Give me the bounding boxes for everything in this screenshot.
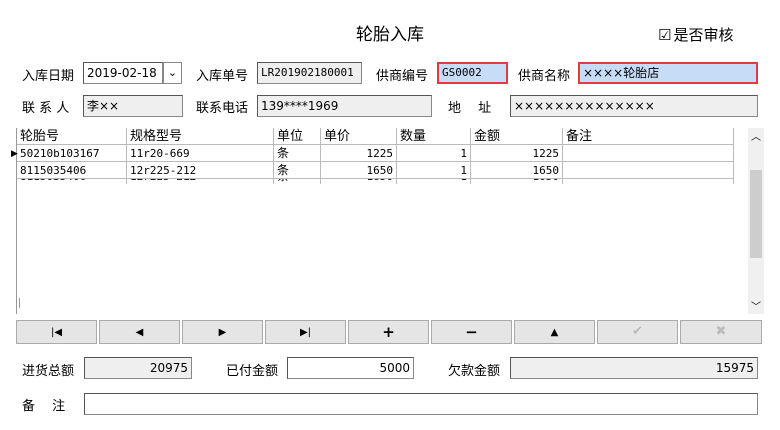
contact-label: 联 系 人 (22, 101, 70, 116)
address-field[interactable]: ×××××××××××××× (510, 95, 758, 117)
first-record-icon: |◀ (50, 327, 63, 338)
table-row[interactable]: 8115035406 12r225-212 条 1650 1 1650 (17, 179, 734, 184)
cell-note[interactable] (563, 162, 734, 179)
cell-tire-no[interactable]: 8115035406 (17, 162, 127, 179)
audit-label: 是否审核 (673, 26, 734, 44)
purchase-total-label: 进货总额 (22, 364, 75, 379)
cell-price[interactable]: 1650 (321, 179, 397, 184)
nav-first-button[interactable]: |◀ (16, 320, 97, 344)
nav-cancel-button[interactable]: ✖ (680, 320, 762, 344)
supplier-code-input[interactable]: GS0002 (437, 62, 508, 84)
cell-amount[interactable]: 1650 (471, 179, 563, 184)
cell-spec[interactable]: 12r225-212 (127, 179, 274, 184)
supplier-name-label: 供商名称 (518, 69, 571, 84)
grid-header-qty[interactable]: 数量 (397, 128, 471, 145)
phone-field[interactable]: 139****1969 (257, 95, 432, 117)
grid-header-tire-no[interactable]: 轮胎号 (17, 128, 127, 145)
nav-next-button[interactable]: ▶ (182, 320, 263, 344)
cell-qty[interactable]: 1 (397, 145, 471, 162)
owed-amount-field[interactable]: 15975 (510, 357, 758, 379)
row-resize-handle (19, 298, 20, 308)
nav-prev-button[interactable]: ◀ (99, 320, 180, 344)
supplier-name-input[interactable]: ××××轮胎店 (578, 62, 758, 84)
cell-qty[interactable]: 1 (397, 162, 471, 179)
order-no-label: 入库单号 (196, 69, 249, 84)
paid-amount-input[interactable]: 5000 (287, 357, 414, 379)
nav-post-button[interactable]: ✔ (597, 320, 678, 344)
scroll-up-icon[interactable]: ︿ (751, 128, 761, 143)
up-triangle-icon: ▲ (550, 327, 559, 338)
cell-amount[interactable]: 1225 (471, 145, 563, 162)
grid-header-note[interactable]: 备注 (563, 128, 734, 145)
remark-label: 备 注 (22, 399, 66, 414)
nav-add-button[interactable]: + (348, 320, 429, 344)
scroll-down-icon[interactable]: ﹀ (751, 298, 761, 313)
plus-icon: + (382, 323, 395, 341)
owed-amount-label: 欠款金额 (448, 364, 501, 379)
phone-label: 联系电话 (196, 101, 249, 116)
grid-header-price[interactable]: 单价 (321, 128, 397, 145)
grid-vertical-scrollbar[interactable]: ︿ ﹀ (748, 128, 764, 314)
last-record-icon: ▶| (299, 327, 312, 338)
checkmark-icon: ✔ (632, 324, 643, 339)
cell-spec[interactable]: 12r225-212 (127, 162, 274, 179)
cell-tire-no[interactable]: 8115035406 (17, 179, 127, 184)
cell-unit[interactable]: 条 (274, 162, 321, 179)
grid-header-amount[interactable]: 金额 (471, 128, 563, 145)
cell-tire-no[interactable]: 50210b103167 (17, 145, 127, 162)
date-label: 入库日期 (22, 69, 75, 84)
grid-header-unit[interactable]: 单位 (274, 128, 321, 145)
contact-field[interactable]: 李×× (83, 95, 183, 117)
order-no-field[interactable]: LR201902180001 (257, 62, 362, 84)
date-input[interactable]: 2019-02-18 (83, 62, 163, 84)
tire-grid[interactable]: 轮胎号 规格型号 单位 单价 数量 金额 备注 ▶ 50210b103167 1… (11, 128, 764, 314)
minus-icon: − (465, 323, 478, 341)
paid-amount-label: 已付金额 (226, 364, 279, 379)
purchase-total-field[interactable]: 20975 (84, 357, 192, 379)
nav-last-button[interactable]: ▶| (265, 320, 346, 344)
nav-delete-button[interactable]: − (431, 320, 512, 344)
cell-amount[interactable]: 1650 (471, 162, 563, 179)
cell-price[interactable]: 1225 (321, 145, 397, 162)
remark-input[interactable] (84, 393, 758, 415)
next-record-icon: ▶ (218, 327, 227, 338)
prev-record-icon: ◀ (135, 327, 144, 338)
address-label: 地 址 (448, 101, 492, 116)
chevron-down-icon: ⌄ (167, 66, 178, 79)
cell-unit[interactable]: 条 (274, 145, 321, 162)
date-dropdown-button[interactable]: ⌄ (163, 62, 182, 84)
scrollbar-thumb[interactable] (750, 170, 762, 258)
cell-price[interactable]: 1650 (321, 162, 397, 179)
audit-checkbox[interactable]: ☑ 是否审核 (658, 24, 733, 45)
cell-qty[interactable]: 1 (397, 179, 471, 184)
close-icon: ✖ (715, 324, 727, 339)
cell-spec[interactable]: 11r20-669 (127, 145, 274, 162)
checkbox-checked-icon[interactable]: ☑ (658, 26, 671, 44)
grid-header-spec[interactable]: 规格型号 (127, 128, 274, 145)
cell-unit[interactable]: 条 (274, 179, 321, 184)
supplier-code-label: 供商编号 (376, 69, 429, 84)
nav-edit-button[interactable]: ▲ (514, 320, 595, 344)
cell-note[interactable] (563, 179, 734, 184)
cell-note[interactable] (563, 145, 734, 162)
